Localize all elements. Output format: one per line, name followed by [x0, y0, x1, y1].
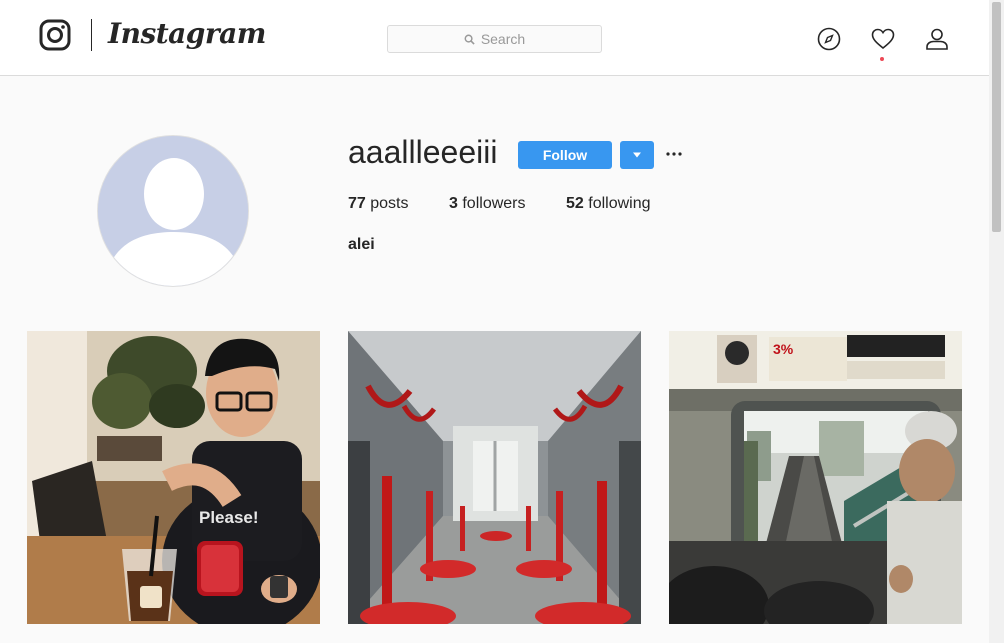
logo-divider	[91, 19, 92, 51]
post-thumbnail-2[interactable]	[348, 331, 641, 624]
following-label: following	[588, 195, 651, 212]
followers-count: 3	[449, 195, 458, 212]
followers-label: followers	[462, 195, 526, 212]
post-thumbnail-1[interactable]: Please!	[27, 331, 320, 624]
profile-username: aaallleeeiii	[348, 134, 498, 170]
follow-button[interactable]: Follow	[518, 141, 612, 169]
page-scrollbar[interactable]	[989, 0, 1004, 643]
suggestions-dropdown-button[interactable]	[620, 141, 654, 169]
profile-avatar[interactable]	[97, 135, 249, 287]
profile-icon[interactable]	[925, 27, 949, 51]
svg-text:Please!: Please!	[199, 508, 259, 527]
search-icon	[464, 34, 475, 45]
explore-compass-icon[interactable]	[817, 27, 841, 51]
posts-count: 77	[348, 195, 366, 212]
scrollbar-thumb[interactable]	[992, 2, 1001, 232]
post-thumbnail-3[interactable]: 3%	[669, 331, 962, 624]
posts-label: posts	[370, 195, 409, 212]
following-count: 52	[566, 195, 584, 212]
man-with-phone-and-coffee-photo: Please!	[27, 331, 320, 624]
top-navigation-bar: Instagram Search	[0, 0, 989, 76]
subway-car-interior-photo	[348, 331, 641, 624]
search-input[interactable]: Search	[387, 25, 602, 53]
posts-stat: 77 posts	[348, 195, 409, 213]
train-window-street-view-photo: 3%	[669, 331, 962, 624]
notification-dot	[880, 57, 884, 61]
ellipsis-icon	[666, 152, 682, 156]
following-stat[interactable]: 52 following	[566, 195, 651, 213]
default-avatar-silhouette-icon	[98, 136, 248, 286]
more-options-button[interactable]	[664, 144, 684, 164]
svg-text:3%: 3%	[773, 341, 794, 357]
caret-down-icon	[633, 152, 641, 158]
profile-full-name: alei	[348, 236, 375, 253]
instagram-glyph-icon[interactable]	[39, 19, 71, 51]
search-placeholder: Search	[480, 31, 526, 47]
heart-icon[interactable]	[871, 27, 895, 51]
instagram-wordmark-logo[interactable]: Instagram	[108, 17, 266, 50]
followers-stat[interactable]: 3 followers	[449, 195, 526, 213]
